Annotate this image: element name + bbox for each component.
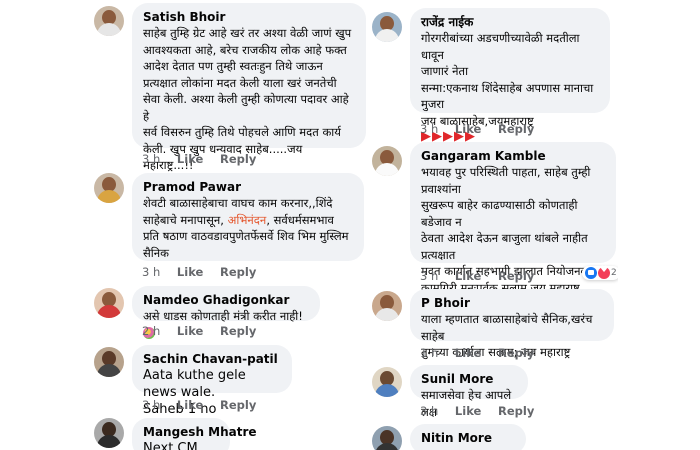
comment-bubble: Sachin Chavan-patil Aata kuthe gele news… [132, 345, 292, 417]
comment-text: Next CM [143, 441, 198, 450]
reply-button[interactable]: Reply [498, 346, 534, 360]
reply-button[interactable]: Reply [498, 269, 534, 283]
comment-bubble: Gangaram Kamble भयावह पुर परिस्थिती पाहत… [410, 142, 616, 311]
comment-author[interactable]: Namdeo Ghadigonkar [143, 292, 309, 308]
like-button[interactable]: Like [455, 404, 481, 418]
comments-column-right: राजेंद्र नाईक गोरगरीबांच्या अडचणीच्यावेळ… [372, 0, 618, 450]
comment-meta: 2 h Like Reply [142, 324, 269, 338]
reaction-summary[interactable]: 2 [582, 265, 618, 280]
comment-time[interactable]: 3 h [142, 398, 160, 412]
avatar[interactable] [372, 12, 402, 42]
avatar[interactable] [372, 146, 402, 176]
like-reaction-icon [585, 267, 597, 279]
reaction-count: 2 [611, 268, 617, 278]
comment-meta: 1 h Like Reply [420, 346, 547, 360]
comment-text: गोरगरीबांच्या अडचणीच्यावेळी मदतीला धावून… [421, 31, 594, 128]
reply-button[interactable]: Reply [220, 324, 256, 338]
avatar[interactable] [372, 291, 402, 321]
comment-time[interactable]: 3 h [142, 152, 160, 166]
comment-bubble: Pramod Pawar शेवटी बाळासाहेबाचा वाघच काम… [132, 173, 364, 261]
comment-meta: 3 h Like Reply [142, 398, 269, 412]
love-reaction-icon [598, 265, 610, 279]
avatar[interactable] [94, 288, 124, 318]
comments-column-left: Satish Bhoir साहेब तुम्हि ग्रेट आहे खरं … [94, 0, 366, 450]
comment-bubble: P Bhoir याला म्हणतात बाळासाहेबांचे सैनिक… [410, 289, 614, 359]
comment-meta: 3 h Like Reply [420, 404, 547, 418]
comment-author[interactable]: Gangaram Kamble [421, 148, 605, 164]
reply-button[interactable]: Reply [220, 265, 256, 279]
comment-bubble: राजेंद्र नाईक गोरगरीबांच्या अडचणीच्यावेळ… [410, 8, 610, 144]
avatar[interactable] [94, 6, 124, 36]
comment-author[interactable]: P Bhoir [421, 295, 603, 311]
comment-meta: 3 h Like Reply [420, 269, 547, 283]
avatar[interactable] [94, 173, 124, 203]
comment-meta: 3 h Like Reply [420, 122, 547, 136]
comment-author[interactable]: Satish Bhoir [143, 9, 355, 25]
like-button[interactable]: Like [455, 122, 481, 136]
avatar[interactable] [372, 426, 402, 450]
reply-button[interactable]: Reply [220, 152, 256, 166]
comment-time[interactable]: 2 h [142, 324, 160, 338]
comment-time[interactable]: 3 h [420, 404, 438, 418]
avatar[interactable] [372, 367, 402, 397]
comment-time[interactable]: 3 h [420, 122, 438, 136]
reply-button[interactable]: Reply [220, 398, 256, 412]
comment-bubble: Mangesh Mhatre Next CM [132, 418, 257, 450]
comment-meta: 3 h Like Reply [142, 152, 269, 166]
comment-meta: 3 h Like Reply [142, 265, 269, 279]
highlighted-word: अभिनंदन [227, 212, 267, 227]
like-button[interactable]: Like [177, 152, 203, 166]
like-button[interactable]: Like [455, 346, 481, 360]
like-button[interactable]: Like [177, 324, 203, 338]
comment-author[interactable]: Pramod Pawar [143, 179, 353, 195]
like-button[interactable]: Like [177, 398, 203, 412]
comment-author[interactable]: Nitin More [421, 430, 515, 446]
comment-author[interactable]: Mangesh Mhatre [143, 424, 257, 440]
comment-bubble: Namdeo Ghadigonkar असे धाडस कोणताही मंत्… [132, 286, 320, 339]
comment-time[interactable]: 3 h [142, 265, 160, 279]
like-button[interactable]: Like [455, 269, 481, 283]
comment-time[interactable]: 1 h [420, 346, 438, 360]
comment-author[interactable]: Sachin Chavan-patil [143, 351, 281, 367]
comment-author[interactable]: Sunil More [421, 371, 517, 387]
reply-button[interactable]: Reply [498, 122, 534, 136]
avatar[interactable] [94, 418, 124, 448]
comment-bubble: Sunil More समाजसेवा हेच आपले लक्ष [410, 365, 528, 419]
reply-button[interactable]: Reply [498, 404, 534, 418]
like-button[interactable]: Like [177, 265, 203, 279]
comment-bubble: Satish Bhoir साहेब तुम्हि ग्रेट आहे खरं … [132, 3, 366, 172]
comments-screenshot: Satish Bhoir साहेब तुम्हि ग्रेट आहे खरं … [0, 0, 700, 450]
comment-author[interactable]: राजेंद्र नाईक [421, 14, 599, 30]
comment-bubble: Nitin More [410, 424, 526, 450]
comment-time[interactable]: 3 h [420, 269, 438, 283]
avatar[interactable] [94, 347, 124, 377]
comment-text: शेवटी बाळासाहेबाचा वाघच काम करनार,,शिंदे… [143, 196, 349, 260]
